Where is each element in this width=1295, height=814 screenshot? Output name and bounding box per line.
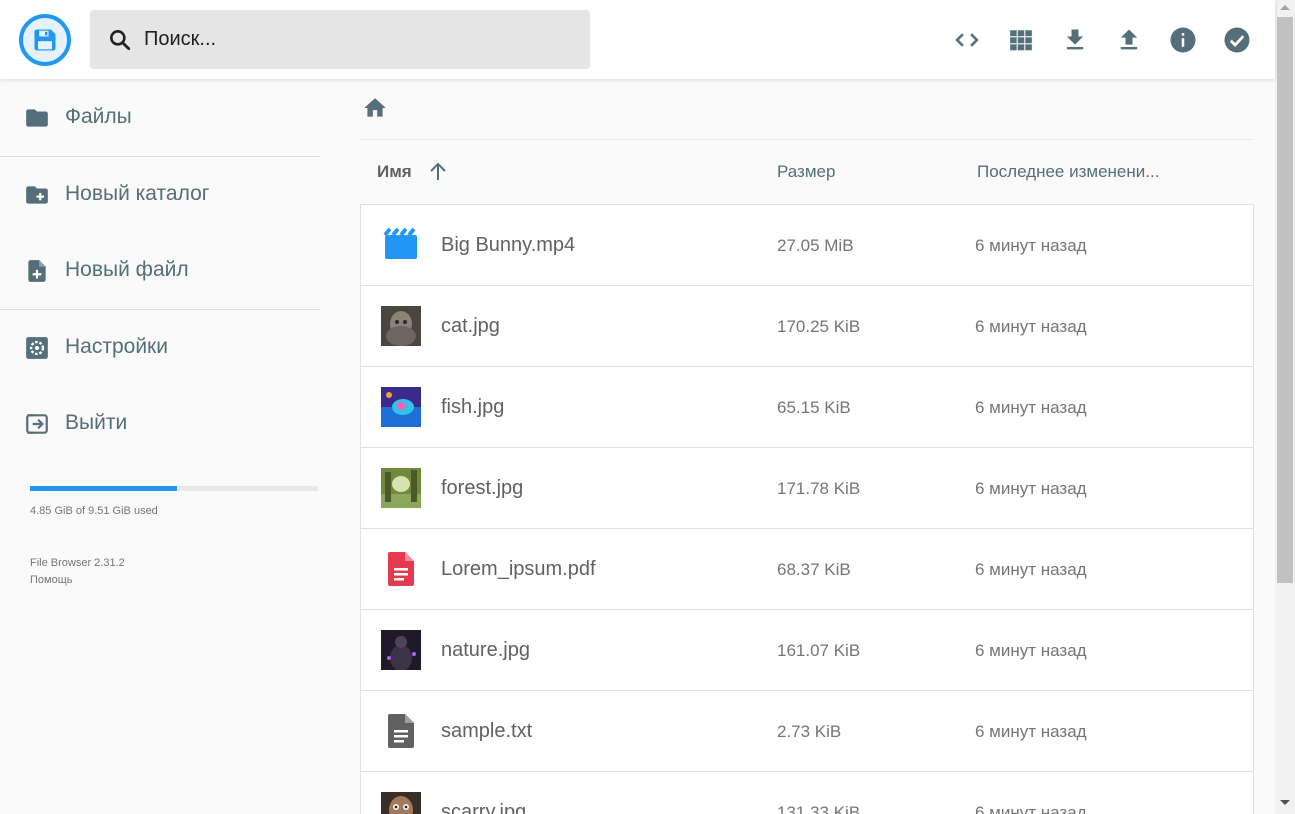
sidebar-item-label: Выйти (65, 411, 128, 434)
file-size: 171.78 KiB (777, 479, 861, 498)
file-row[interactable]: cat.jpg 170.25 KiB 6 минут назад (361, 286, 1253, 367)
file-size: 131.33 KiB (777, 803, 861, 814)
version-text: File Browser 2.31.2 (30, 557, 125, 569)
file-row[interactable]: Lorem_ipsum.pdf 68.37 KiB 6 минут назад (361, 529, 1253, 610)
sidebar-item-files[interactable]: Файлы (0, 79, 320, 155)
sidebar: Файлы Новый каталог Новый файл Настройки… (0, 79, 320, 814)
storage-progress-bar (30, 486, 318, 491)
file-row[interactable]: Big Bunny.mp4 27.05 MiB 6 минут назад (361, 205, 1253, 286)
file-modified: 6 минут назад (975, 236, 1087, 255)
grid-view-icon[interactable] (1003, 22, 1039, 58)
download-icon[interactable] (1057, 22, 1093, 58)
check-circle-icon[interactable] (1219, 22, 1255, 58)
file-name: nature.jpg (441, 639, 530, 661)
file-name: forest.jpg (441, 477, 524, 499)
file-name: Big Bunny.mp4 (441, 234, 576, 256)
search-icon (110, 30, 131, 51)
scroll-up-arrow-icon[interactable] (1280, 5, 1290, 10)
file-modified: 6 минут назад (975, 398, 1087, 417)
file-modified: 6 минут назад (975, 641, 1087, 660)
floppy-disk-icon[interactable] (19, 14, 71, 66)
file-row[interactable]: forest.jpg 171.78 KiB 6 минут назад (361, 448, 1253, 529)
file-list: Big Bunny.mp4 27.05 MiB 6 минут назад ca… (360, 204, 1254, 814)
upload-icon[interactable] (1111, 22, 1147, 58)
scrollbar-thumb[interactable] (1277, 17, 1293, 583)
file-size: 65.15 KiB (777, 398, 851, 417)
file-size: 170.25 KiB (777, 317, 861, 336)
storage-progress-fill (30, 486, 177, 491)
sidebar-item-label: Файлы (65, 105, 132, 128)
storage-usage-text: 4.85 GiB of 9.51 GiB used (30, 505, 158, 517)
file-name: sample.txt (441, 720, 533, 742)
file-size: 68.37 KiB (777, 560, 851, 579)
sidebar-item-settings[interactable]: Настройки (0, 309, 320, 385)
code-icon[interactable] (949, 22, 985, 58)
file-modified: 6 минут назад (975, 722, 1087, 741)
sidebar-item-label: Новый каталог (65, 182, 210, 205)
file-modified: 6 минут назад (975, 560, 1087, 579)
sidebar-item-label: Новый файл (65, 258, 189, 281)
create-new-folder-icon (26, 186, 48, 204)
arrow-upward-icon[interactable] (426, 160, 450, 184)
file-name: fish.jpg (441, 396, 505, 418)
file-size: 2.73 KiB (777, 722, 842, 741)
settings-icon (26, 337, 48, 359)
column-header-size[interactable]: Размер (777, 162, 835, 182)
image-thumbnail (381, 792, 421, 814)
note-add-icon (28, 260, 46, 282)
text-file-icon (388, 714, 414, 748)
scroll-down-arrow-icon[interactable] (1280, 800, 1290, 805)
column-header-name[interactable]: Имя (377, 162, 412, 182)
header-bar (0, 0, 1275, 79)
column-header-modified[interactable]: Последнее изменени... (977, 162, 1159, 182)
file-size: 27.05 MiB (777, 236, 854, 255)
sidebar-item-label: Настройки (65, 335, 168, 358)
image-thumbnail (381, 468, 421, 508)
file-row[interactable]: fish.jpg 65.15 KiB 6 минут назад (361, 367, 1253, 448)
search-box[interactable] (90, 10, 590, 69)
file-row[interactable]: scarry.jpg 131.33 KiB 6 минут назад (361, 772, 1253, 814)
file-modified: 6 минут назад (975, 317, 1087, 336)
table-header: Имя Размер Последнее изменени... (360, 140, 1253, 204)
search-input[interactable] (144, 10, 574, 69)
home-icon[interactable] (362, 95, 388, 121)
file-name: scarry.jpg (441, 801, 527, 814)
file-row[interactable]: sample.txt 2.73 KiB 6 минут назад (361, 691, 1253, 772)
image-thumbnail (381, 306, 421, 346)
file-row[interactable]: nature.jpg 161.07 KiB 6 минут назад (361, 610, 1253, 691)
image-thumbnail (381, 387, 421, 427)
file-modified: 6 минут назад (975, 803, 1087, 814)
file-modified: 6 минут назад (975, 479, 1087, 498)
movie-file-icon (383, 227, 417, 259)
pdf-file-icon (388, 552, 414, 586)
file-name: cat.jpg (441, 315, 500, 337)
sidebar-item-new-folder[interactable]: Новый каталог (0, 156, 320, 232)
file-name: Lorem_ipsum.pdf (441, 558, 596, 580)
sidebar-item-new-file[interactable]: Новый файл (0, 232, 320, 308)
page-scrollbar[interactable] (1275, 0, 1295, 814)
help-link[interactable]: Помощь (30, 572, 125, 589)
exit-icon (26, 414, 48, 434)
file-size: 161.07 KiB (777, 641, 861, 660)
sidebar-item-logout[interactable]: Выйти (0, 385, 320, 461)
info-icon[interactable] (1165, 22, 1201, 58)
credits: File Browser 2.31.2 Помощь (30, 555, 125, 589)
folder-icon (26, 109, 48, 127)
image-thumbnail (381, 630, 421, 670)
